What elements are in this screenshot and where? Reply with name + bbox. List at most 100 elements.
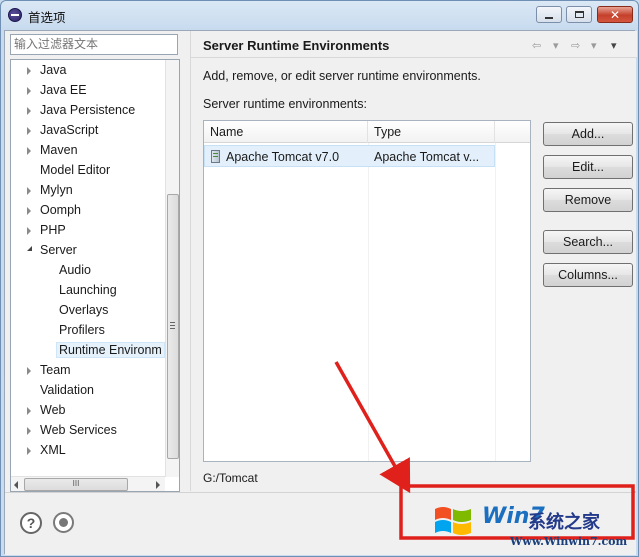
tree-item-label: Web Services: [40, 423, 117, 437]
tree-item-label: Web: [40, 403, 66, 417]
collapsed-arrow-icon[interactable]: [27, 427, 31, 435]
watermark-brand-cn: 系统之家: [528, 512, 600, 533]
preferences-tree: III Java Java EE Java Persistence JavaScrip…: [10, 59, 180, 492]
close-icon: ✕: [609, 7, 621, 22]
collapsed-arrow-icon[interactable]: [27, 407, 31, 415]
minimize-button[interactable]: [536, 6, 562, 23]
collapsed-arrow-icon[interactable]: [27, 87, 31, 95]
tree-item[interactable]: Web: [27, 401, 66, 421]
tree-horizontal-scrollbar[interactable]: III: [11, 476, 165, 491]
edit-button[interactable]: Edit...: [543, 155, 633, 179]
page-description: Add, remove, or edit server runtime envi…: [203, 69, 481, 83]
tree-item[interactable]: JavaScript: [27, 121, 99, 141]
column-divider: [495, 143, 496, 461]
remove-button[interactable]: Remove: [543, 188, 633, 212]
collapsed-arrow-icon[interactable]: [27, 127, 31, 135]
search-button[interactable]: Search...: [543, 230, 633, 254]
tree-item-label: Maven: [40, 143, 78, 157]
help-icon[interactable]: ?: [20, 512, 42, 534]
add-button[interactable]: Add...: [543, 122, 633, 146]
tree-item[interactable]: Runtime Environm: [56, 341, 165, 361]
runtime-type: Apache Tomcat v...: [374, 150, 480, 164]
eclipse-icon: [8, 8, 22, 22]
dialog-client-area: III Java Java EE Java Persistence JavaScrip…: [4, 30, 637, 555]
tree-item[interactable]: Java: [27, 61, 66, 81]
tree-item-label: Oomph: [40, 203, 81, 217]
scroll-grip-icon: [170, 322, 175, 329]
tree-item[interactable]: Server: [27, 241, 77, 261]
tree-item-label: Overlays: [59, 303, 109, 317]
view-menu-icon[interactable]: ▾: [611, 39, 617, 52]
tree-item[interactable]: Java EE: [27, 81, 87, 101]
filter-field[interactable]: [10, 34, 178, 55]
tree-item-label: Runtime Environm: [56, 342, 165, 358]
scroll-right-icon[interactable]: [156, 481, 160, 489]
watermark-url: Www.Winwin7.com: [510, 535, 628, 548]
tree-item-label: Team: [40, 363, 71, 377]
page-header: Server Runtime Environments ⇦ ▾ ⇨ ▾ ▾: [191, 31, 637, 58]
tree-item-label: PHP: [40, 223, 66, 237]
collapsed-arrow-icon[interactable]: [27, 107, 31, 115]
preference-page: Server Runtime Environments ⇦ ▾ ⇨ ▾ ▾ Ad…: [190, 31, 637, 491]
tree-item-label: Server: [40, 243, 77, 257]
watermark: Win7 系统之家 Www.Winwin7.com: [430, 478, 628, 548]
columns-button[interactable]: Columns...: [543, 263, 633, 287]
tree-item[interactable]: Mylyn: [27, 181, 73, 201]
tree-item[interactable]: Oomph: [27, 201, 81, 221]
filter-input[interactable]: [14, 37, 174, 51]
title-bar: 首选项 ✕: [1, 1, 638, 29]
maximize-icon: [574, 11, 584, 18]
tree-item[interactable]: Launching: [59, 281, 117, 301]
tree-item[interactable]: PHP: [27, 221, 66, 241]
collapsed-arrow-icon[interactable]: [27, 367, 31, 375]
tree-item[interactable]: Team: [27, 361, 71, 381]
tree-item[interactable]: Profilers: [59, 321, 105, 341]
tree-item[interactable]: Overlays: [59, 301, 108, 321]
expanded-arrow-icon[interactable]: [27, 246, 32, 251]
tree-item-label: Model Editor: [40, 163, 111, 177]
tree-item[interactable]: Java Persistence: [27, 101, 136, 121]
window-title: 首选项: [28, 11, 66, 25]
collapsed-arrow-icon[interactable]: [27, 147, 31, 155]
tree-item-label: Java Persistence: [40, 103, 136, 117]
record-macro-icon[interactable]: [53, 512, 74, 533]
collapsed-arrow-icon[interactable]: [27, 227, 31, 235]
maximize-button[interactable]: [566, 6, 592, 23]
collapsed-arrow-icon[interactable]: [27, 187, 31, 195]
table-row[interactable]: Apache Tomcat v7.0 Apache Tomcat v...: [204, 145, 495, 167]
runtime-location: G:/Tomcat: [203, 471, 258, 485]
windows-logo-icon: [435, 507, 471, 535]
tree-item-label: Validation: [40, 383, 94, 397]
page-title: Server Runtime Environments: [203, 38, 390, 53]
scroll-left-icon[interactable]: [14, 481, 18, 489]
tree-item-label: JavaScript: [40, 123, 99, 137]
tree-item[interactable]: Validation: [40, 381, 94, 401]
tree-item[interactable]: Model Editor: [40, 161, 110, 181]
tree-item[interactable]: XML: [27, 441, 66, 461]
tree-item-label: Audio: [59, 263, 91, 277]
close-button[interactable]: ✕: [597, 6, 633, 23]
collapsed-arrow-icon[interactable]: [27, 67, 31, 75]
tree-item[interactable]: Maven: [27, 141, 78, 161]
column-header-type[interactable]: Type: [368, 121, 495, 143]
column-divider: [368, 143, 369, 461]
table-header: Name Type: [204, 121, 530, 143]
tree-item-label: Java EE: [40, 83, 87, 97]
runtime-name: Apache Tomcat v7.0: [226, 150, 340, 164]
collapsed-arrow-icon[interactable]: [27, 447, 31, 455]
forward-dropdown-icon[interactable]: ▾: [591, 39, 597, 52]
tree-item[interactable]: Audio: [59, 261, 91, 281]
minimize-icon: [545, 16, 553, 19]
tree-vertical-scrollbar[interactable]: [165, 60, 179, 477]
tree-item-label: Profilers: [59, 323, 105, 337]
tree-item-label: XML: [40, 443, 66, 457]
column-header-name[interactable]: Name: [204, 121, 368, 143]
horizontal-scroll-thumb[interactable]: III: [24, 478, 128, 491]
collapsed-arrow-icon[interactable]: [27, 207, 31, 215]
runtime-list-label: Server runtime environments:: [203, 97, 367, 111]
back-dropdown-icon[interactable]: ▾: [553, 39, 559, 52]
tree-item[interactable]: Web Services: [27, 421, 117, 441]
back-arrow-icon[interactable]: ⇦: [532, 39, 541, 52]
forward-arrow-icon[interactable]: ⇨: [571, 39, 580, 52]
preferences-window: 首选项 ✕ III Java Java EE Java Persistence Jav…: [0, 0, 639, 557]
